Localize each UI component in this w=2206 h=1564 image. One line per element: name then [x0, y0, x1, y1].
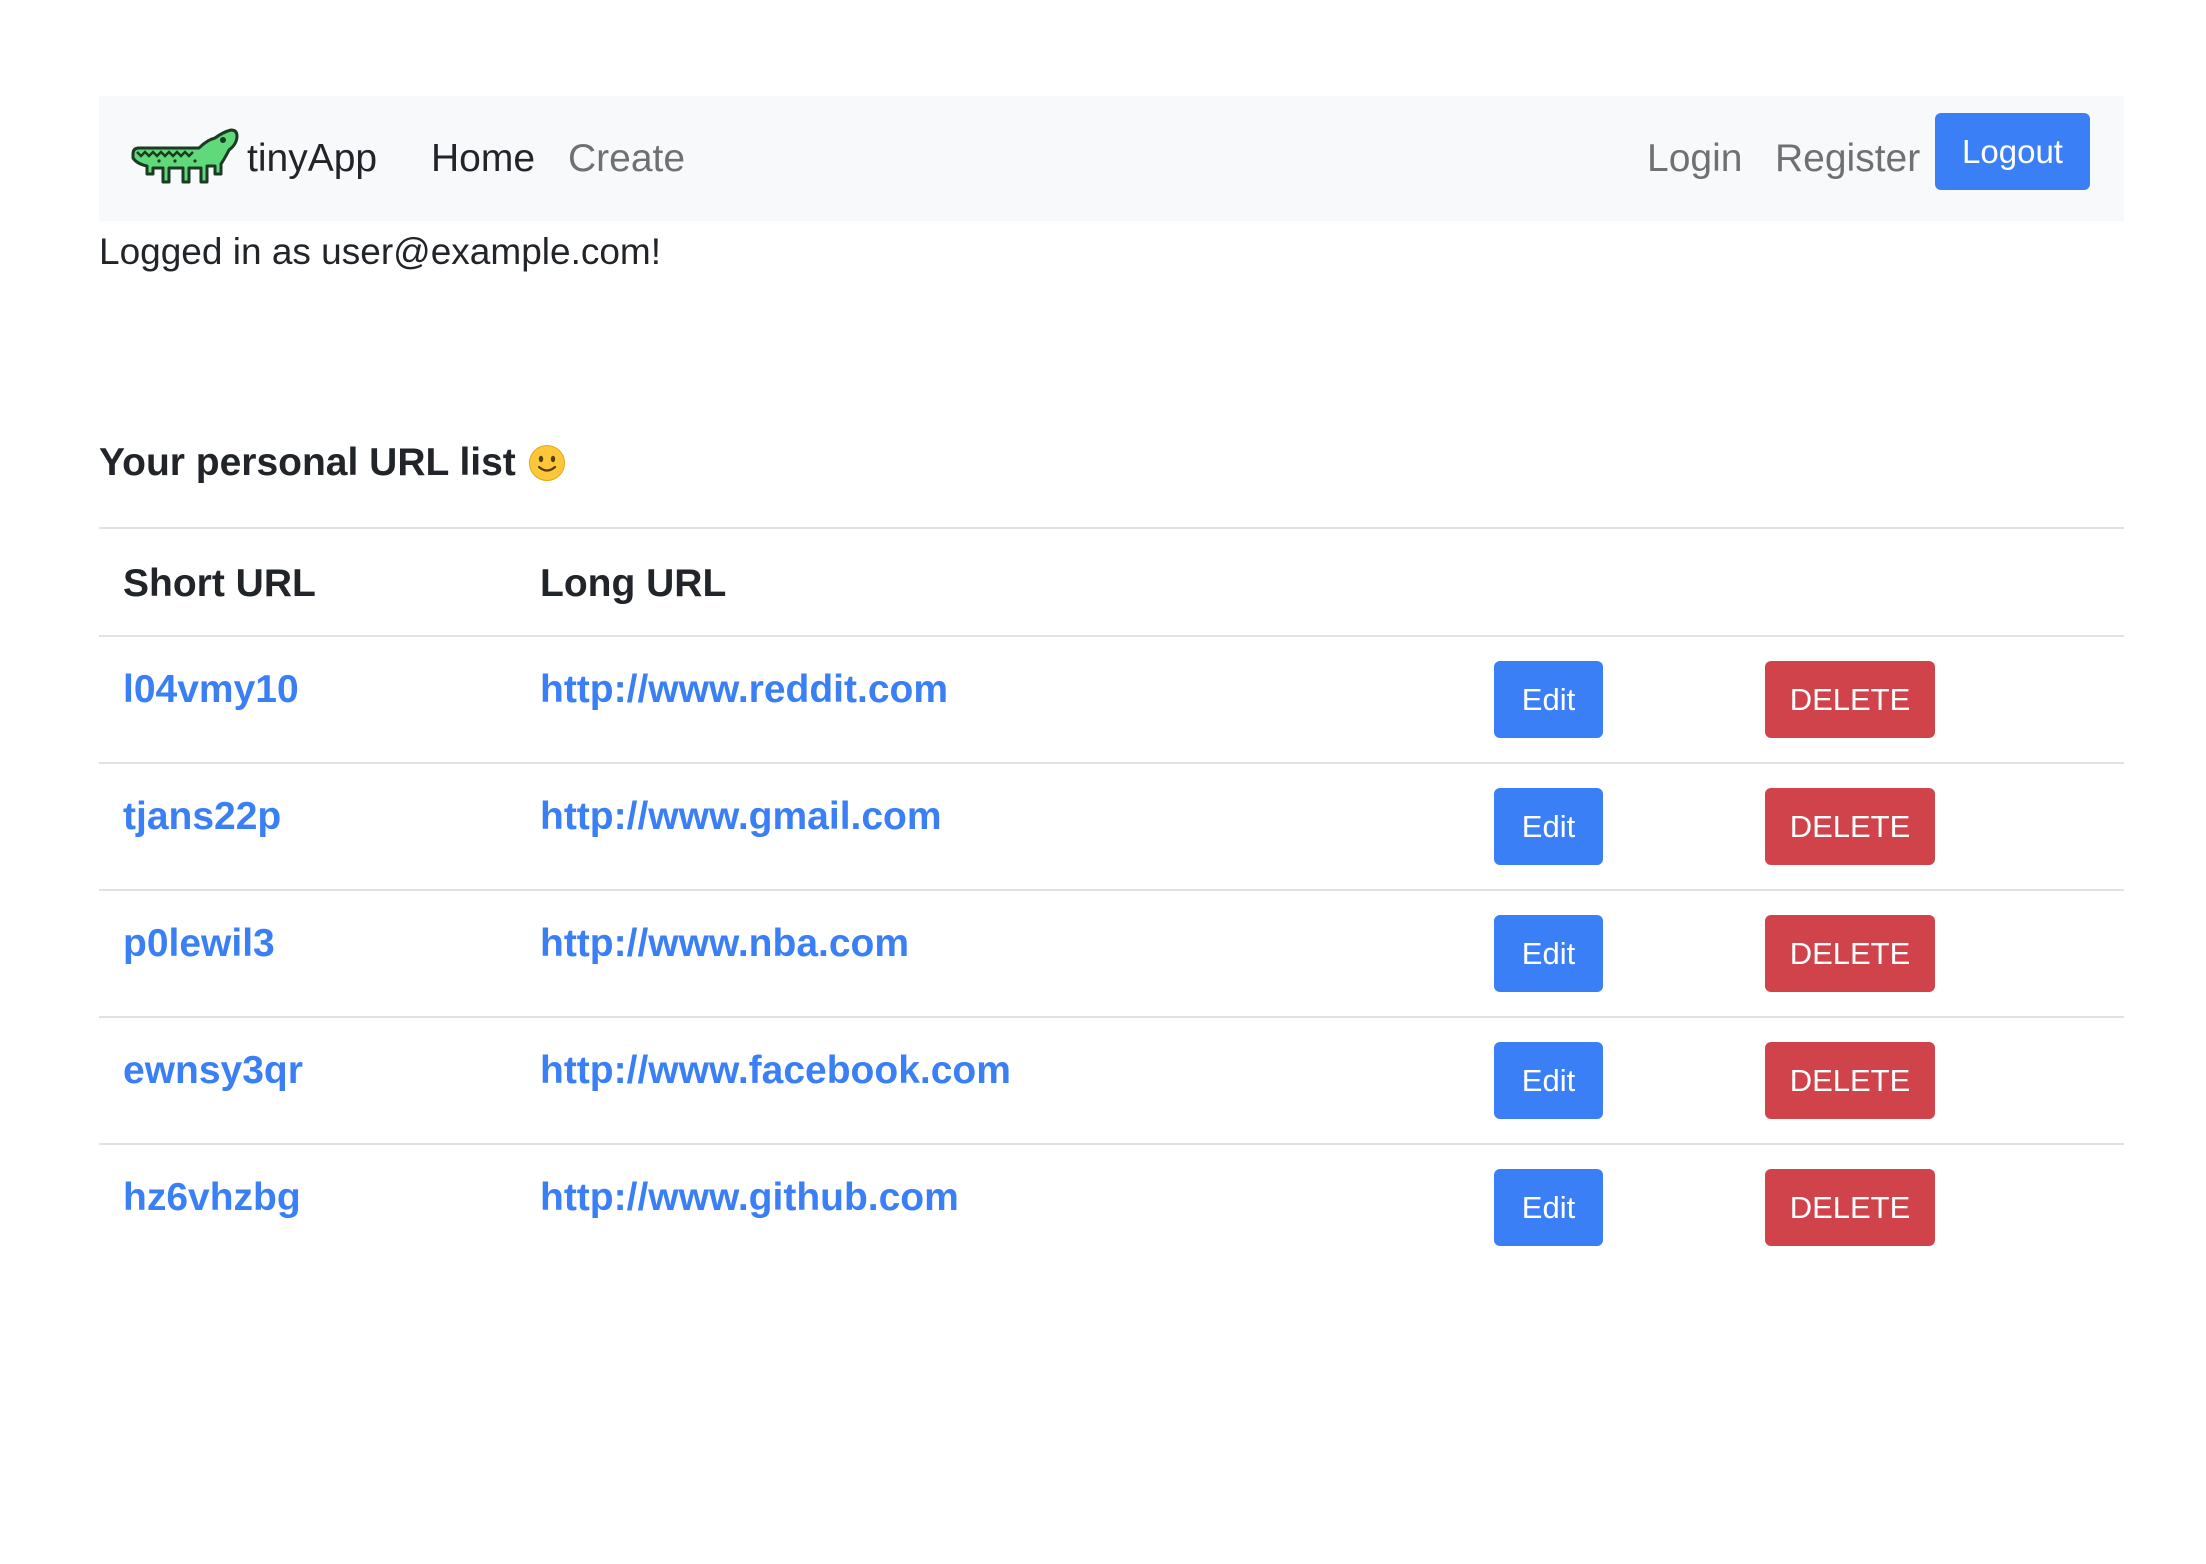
brand[interactable]: tinyApp	[129, 124, 377, 194]
url-table: Short URL Long URL l04vmy10 http://www.r…	[99, 527, 2124, 1272]
table-row: l04vmy10 http://www.reddit.com Edit DELE…	[99, 637, 2124, 764]
brand-name[interactable]: tinyApp	[247, 137, 377, 181]
long-url-link[interactable]: http://www.gmail.com	[540, 792, 942, 842]
edit-button[interactable]: Edit	[1494, 1042, 1603, 1119]
nav-link-home[interactable]: Home	[431, 136, 535, 182]
navbar: tinyApp Home Create Login Register Logou…	[99, 96, 2124, 221]
short-url-link[interactable]: hz6vhzbg	[123, 1173, 301, 1223]
table-row: tjans22p http://www.gmail.com Edit DELET…	[99, 764, 2124, 891]
logged-in-status: Logged in as user@example.com!	[99, 231, 662, 272]
edit-button[interactable]: Edit	[1494, 661, 1603, 738]
delete-button[interactable]: DELETE	[1765, 1169, 1935, 1246]
table-row: ewnsy3qr http://www.facebook.com Edit DE…	[99, 1018, 2124, 1145]
crocodile-logo-icon	[131, 128, 239, 184]
edit-button[interactable]: Edit	[1494, 788, 1603, 865]
delete-button[interactable]: DELETE	[1765, 788, 1935, 865]
long-url-link[interactable]: http://www.reddit.com	[540, 665, 948, 715]
column-header-long-url: Long URL	[540, 562, 727, 605]
page-title: Your personal URL list	[99, 438, 566, 488]
edit-button[interactable]: Edit	[1494, 915, 1603, 992]
page-title-text: Your personal URL list	[99, 441, 516, 484]
smiley-emoji-icon	[528, 445, 565, 481]
nav-link-create[interactable]: Create	[568, 136, 685, 182]
short-url-link[interactable]: p0lewil3	[123, 919, 275, 969]
long-url-link[interactable]: http://www.nba.com	[540, 919, 909, 969]
delete-button[interactable]: DELETE	[1765, 661, 1935, 738]
delete-button[interactable]: DELETE	[1765, 1042, 1935, 1119]
long-url-link[interactable]: http://www.facebook.com	[540, 1046, 1011, 1096]
page: tinyApp Home Create Login Register Logou…	[0, 0, 2206, 1564]
nav-link-login[interactable]: Login	[1647, 136, 1742, 182]
short-url-link[interactable]: l04vmy10	[123, 665, 299, 715]
short-url-link[interactable]: ewnsy3qr	[123, 1046, 303, 1096]
nav-link-register[interactable]: Register	[1775, 136, 1920, 182]
table-row: p0lewil3 http://www.nba.com Edit DELETE	[99, 891, 2124, 1018]
column-header-short-url: Short URL	[123, 562, 316, 605]
logout-button[interactable]: Logout	[1935, 113, 2090, 190]
table-row: hz6vhzbg http://www.github.com Edit DELE…	[99, 1145, 2124, 1272]
edit-button[interactable]: Edit	[1494, 1169, 1603, 1246]
short-url-link[interactable]: tjans22p	[123, 792, 281, 842]
table-header: Short URL Long URL	[99, 527, 2124, 637]
delete-button[interactable]: DELETE	[1765, 915, 1935, 992]
long-url-link[interactable]: http://www.github.com	[540, 1173, 959, 1223]
